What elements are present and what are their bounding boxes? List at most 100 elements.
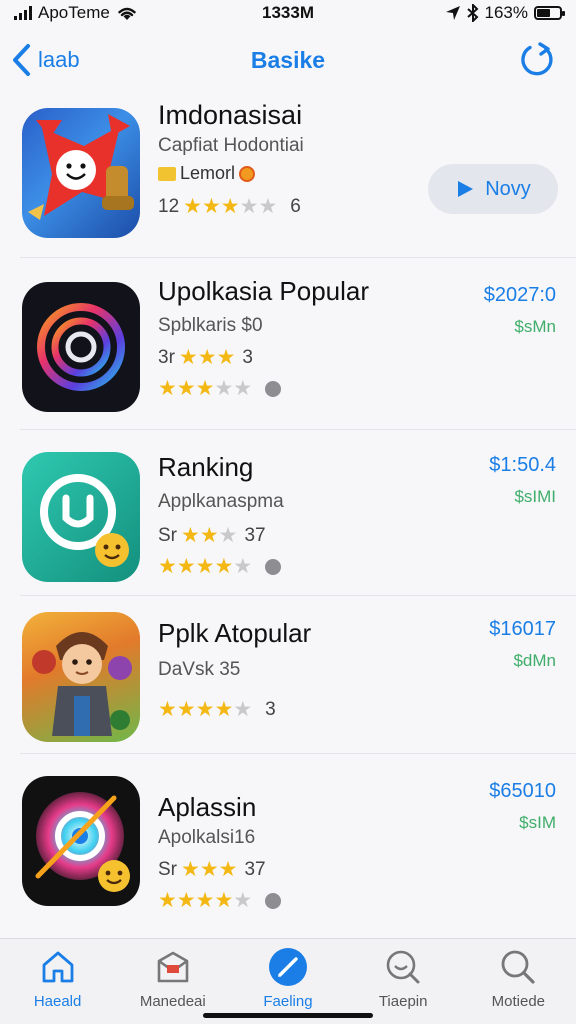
app-subtitle: DaVsk 35 xyxy=(158,659,241,680)
app-name: Ranking xyxy=(158,452,254,482)
price-column: $65010 $sIM xyxy=(489,780,556,833)
star-empty-icon: ★ xyxy=(233,889,252,912)
star-rating: ★ ★ ★ xyxy=(179,345,235,370)
home-indicator[interactable] xyxy=(203,1013,373,1018)
star-empty-icon: ★ xyxy=(214,377,233,400)
now-button[interactable]: Novy xyxy=(428,164,558,214)
rating-line: Sr ★ ★ ★ 37 xyxy=(158,857,458,882)
status-time: 1333M xyxy=(262,3,314,22)
badge: Lemorl xyxy=(158,163,458,184)
star-filled-icon: ★ xyxy=(199,858,219,881)
tab-explore[interactable]: Tiaepin xyxy=(348,947,458,1010)
rating-line-secondary: ★ ★ ★ ★ ★ xyxy=(158,554,458,579)
app-info: Aplassin Apolkalsi16 Sr ★ ★ ★ 37 ★ ★ ★ ★ ★ xyxy=(158,792,458,913)
star-rating: ★ ★ ★ ★ ★ xyxy=(183,194,277,219)
tab-inbox[interactable]: Manedeai xyxy=(118,947,228,1010)
app-icon-hero[interactable] xyxy=(22,612,140,742)
brush-icon xyxy=(268,948,307,986)
back-button[interactable]: laab xyxy=(10,43,80,77)
refresh-icon[interactable] xyxy=(516,40,556,80)
app-info: Upolkasia Popular Spblkaris $0 3r ★ ★ ★ 3 … xyxy=(158,276,458,401)
list-item[interactable]: Aplassin Apolkalsi16 Sr ★ ★ ★ 37 ★ ★ ★ ★ ★ $65… xyxy=(20,754,576,934)
star-rating: ★ ★ ★ ★ ★ xyxy=(158,376,252,401)
rating-line-secondary: ★ ★ ★ ★ ★ xyxy=(158,888,458,913)
star-filled-icon: ★ xyxy=(176,698,196,721)
star-filled-icon: ★ xyxy=(195,698,215,721)
price-sub: $sIMI xyxy=(514,487,556,506)
star-filled-icon: ★ xyxy=(214,889,233,912)
tab-search[interactable]: Motiede xyxy=(463,947,573,1010)
price[interactable]: $2027:0 xyxy=(484,284,556,307)
app-name: Upolkasia Popular xyxy=(158,276,370,306)
star-rating: ★ ★ ★ ★ ★ xyxy=(158,888,252,913)
star-filled-icon: ★ xyxy=(214,555,233,578)
game-character-icon xyxy=(28,114,134,220)
nav-bar: laab Basike xyxy=(0,30,576,90)
list-item[interactable]: Upolkasia Popular Spblkaris $0 3r ★ ★ ★ 3 … xyxy=(20,258,576,430)
star-filled-icon: ★ xyxy=(176,555,196,578)
status-left: ApoTeme xyxy=(14,3,214,23)
home-icon xyxy=(42,951,73,983)
bluetooth-icon xyxy=(466,4,478,22)
list-item[interactable]: Ranking Applkanaspma Sr ★ ★ ★ 37 ★ ★ ★ ★ ★ $1:… xyxy=(20,430,576,596)
list-item[interactable]: Pplk Atopular DaVsk 35 ★ ★ ★ ★ ★ 3 $16017 $d… xyxy=(20,596,576,754)
tab-bar: Haeald Manedeai Faeling Tiaepin Motiede xyxy=(0,938,576,1024)
price-sub: $sIM xyxy=(519,813,556,832)
app-icon-target[interactable] xyxy=(22,776,140,906)
price[interactable]: $65010 xyxy=(489,780,556,803)
chevron-left-icon xyxy=(13,44,30,76)
rating-suffix: 3 xyxy=(265,698,276,720)
tab-home[interactable]: Haeald xyxy=(3,947,113,1010)
tab-featured[interactable]: Faeling xyxy=(233,947,343,1010)
rating-count: 6 xyxy=(290,195,301,217)
tab-label: Motiede xyxy=(491,993,546,1010)
smile-search-icon xyxy=(386,950,420,984)
rating-prefix: 3r xyxy=(158,346,175,368)
star-filled-icon: ★ xyxy=(199,524,219,547)
star-rating: ★ ★ ★ xyxy=(181,523,238,548)
star-empty-icon: ★ xyxy=(218,524,238,547)
price-column: $1:50.4 $sIMI xyxy=(489,454,556,507)
app-info: Imdonasisai Capfiat Hodontiai Lemorl 12 … xyxy=(158,100,458,219)
star-filled-icon: ★ xyxy=(176,889,196,912)
app-subtitle: Apolkalsi16 xyxy=(158,827,256,848)
info-icon[interactable] xyxy=(265,558,282,575)
tab-label: Manedeai xyxy=(139,993,206,1010)
star-empty-icon: ★ xyxy=(233,555,252,578)
rating-line: Sr ★ ★ ★ 37 xyxy=(158,523,458,548)
star-filled-icon: ★ xyxy=(220,195,240,218)
app-icon-rings[interactable] xyxy=(22,282,140,412)
star-filled-icon: ★ xyxy=(158,698,177,721)
rating-suffix: 37 xyxy=(244,858,266,880)
tab-label: Faeling xyxy=(263,993,313,1010)
price[interactable]: $1:50.4 xyxy=(489,454,556,477)
app-name: Aplassin xyxy=(158,792,257,822)
star-rating: ★ ★ ★ ★ ★ xyxy=(158,697,252,722)
carrier-label: ApoTeme xyxy=(38,3,110,22)
star-filled-icon: ★ xyxy=(201,195,221,218)
star-filled-icon: ★ xyxy=(195,889,215,912)
info-icon[interactable] xyxy=(265,892,282,909)
price[interactable]: $16017 xyxy=(489,618,556,641)
price-column: $2027:0 $sMn xyxy=(484,284,556,337)
list-item[interactable]: Imdonasisai Capfiat Hodontiai Lemorl 12 … xyxy=(20,96,576,258)
rating-line: 12 ★ ★ ★ ★ ★ 6 xyxy=(158,194,458,219)
inbox-icon xyxy=(157,951,189,983)
star-filled-icon: ★ xyxy=(158,555,177,578)
app-icon-game[interactable] xyxy=(22,108,140,238)
battery-label: 163% xyxy=(484,3,528,22)
star-filled-icon: ★ xyxy=(181,524,200,547)
star-filled-icon: ★ xyxy=(158,377,177,400)
status-right: 163% xyxy=(362,3,565,23)
info-icon[interactable] xyxy=(265,380,282,397)
star-filled-icon: ★ xyxy=(197,346,217,369)
rating-line: 3r ★ ★ ★ 3 xyxy=(158,345,458,370)
status-bar: ApoTeme 1333M 163% xyxy=(0,0,576,26)
star-filled-icon: ★ xyxy=(214,698,233,721)
star-rating: ★ ★ ★ ★ ★ xyxy=(158,554,252,579)
star-filled-icon: ★ xyxy=(195,377,215,400)
star-empty-icon: ★ xyxy=(233,698,252,721)
price-sub: $dMn xyxy=(513,651,556,670)
star-filled-icon: ★ xyxy=(181,858,200,881)
app-icon-letter[interactable] xyxy=(22,452,140,582)
